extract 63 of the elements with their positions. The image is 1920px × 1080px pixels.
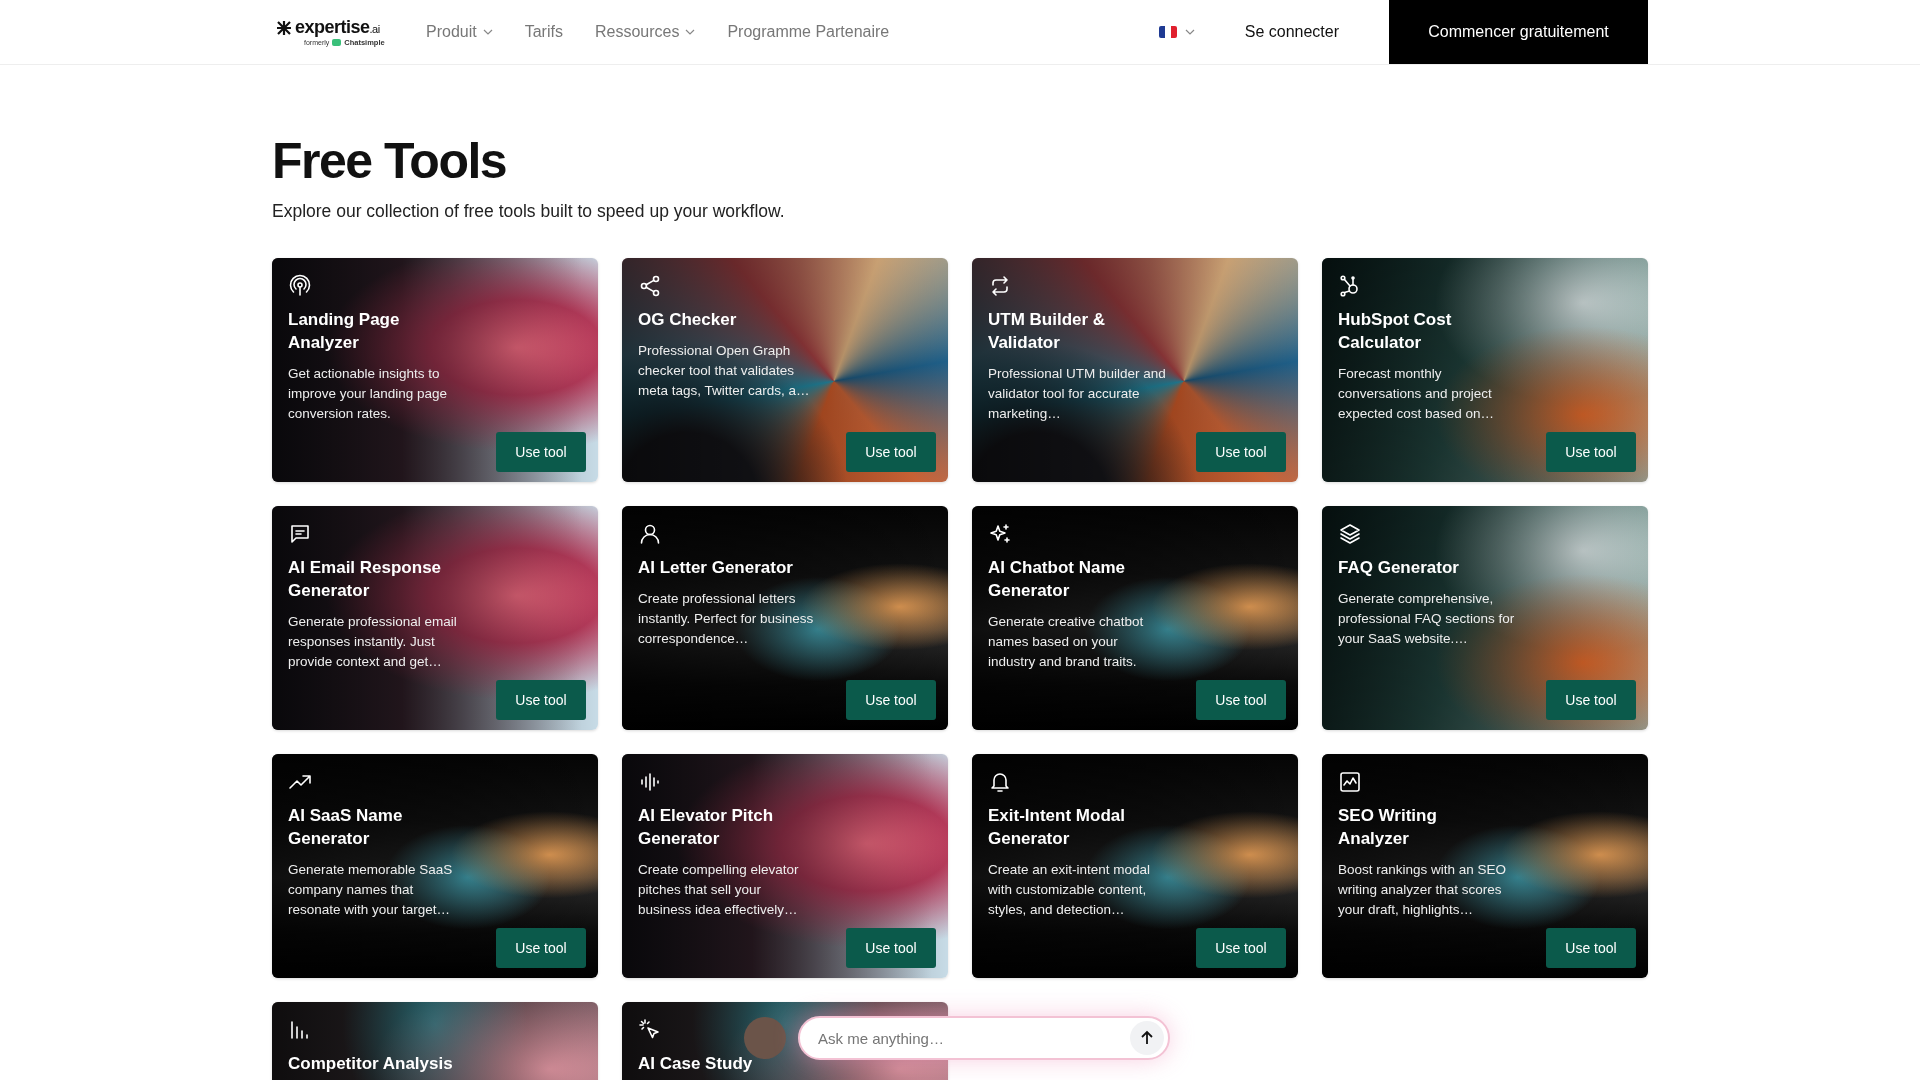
tool-description: Generate professional email responses instantly. Just provide context and get… xyxy=(288,613,458,671)
tool-description: Get actionable insights to improve your landing page conversion rates. xyxy=(288,365,449,423)
tool-description: Generate creative chatbot names based on your industry and brand traits. xyxy=(988,613,1145,671)
tool-title: AI Elevator Pitch Generator xyxy=(638,805,775,850)
arrow-up-icon xyxy=(1139,1030,1155,1046)
nav-link[interactable]: Ressources xyxy=(594,23,696,41)
layers-icon xyxy=(1338,522,1362,546)
tool-title: FAQ Generator xyxy=(1338,557,1460,579)
use-tool-button[interactable]: Use tool xyxy=(846,928,936,968)
use-tool-button[interactable]: Use tool xyxy=(496,680,586,720)
chevron-down-icon xyxy=(1184,27,1195,37)
use-tool-button[interactable]: Use tool xyxy=(1546,928,1636,968)
tool-description: Boost rankings with an SEO writing analyzer that scores your draft, highlights… xyxy=(1338,861,1508,919)
soundwave-icon xyxy=(638,770,662,794)
tool-title: UTM Builder & Validator xyxy=(988,309,1107,354)
use-tool-button[interactable]: Use tool xyxy=(1196,432,1286,472)
tool-description: Professional UTM builder and validator tool for accurate marketing… xyxy=(988,365,1167,423)
logo-text[interactable]: expertise.ai xyxy=(295,17,380,38)
nav-link[interactable]: Tarifs xyxy=(524,23,563,41)
tool-title: AI Chatbot Name Generator xyxy=(988,557,1126,602)
tool-title: Exit-Intent Modal Generator xyxy=(988,805,1126,850)
tool-title: AI Email Response Generator xyxy=(288,557,443,602)
tool-title: AI Letter Generator xyxy=(638,557,794,579)
chat-input-field[interactable]: Ask me anything… xyxy=(798,1016,1170,1060)
broadcast-icon xyxy=(288,274,312,298)
tool-title: SEO Writing Analyzer xyxy=(1338,805,1438,850)
login-link[interactable]: Se connecter xyxy=(1238,22,1345,42)
tool-description: Create an exit-intent modal with customizable content, styles, and detection… xyxy=(988,861,1152,919)
use-tool-button[interactable]: Use tool xyxy=(1546,680,1636,720)
use-tool-button[interactable]: Use tool xyxy=(1196,680,1286,720)
use-tool-button[interactable]: Use tool xyxy=(496,928,586,968)
chart-icon xyxy=(1338,770,1362,794)
tool-title: Landing Page Analyzer xyxy=(288,309,401,354)
sparkles-icon xyxy=(988,522,1012,546)
use-tool-button[interactable]: Use tool xyxy=(1546,432,1636,472)
tool-description: Forecast monthly conversations and project expected cost based on… xyxy=(1338,365,1496,423)
chat-logo-icon xyxy=(332,39,342,46)
nav-link[interactable]: Programme Partenaire xyxy=(727,23,890,41)
chat-icon xyxy=(288,522,312,546)
start-free-button[interactable]: Commencer gratuitement xyxy=(1389,0,1648,64)
tool-description: Create professional letters instantly. Perfect for business correspondence… xyxy=(638,590,815,648)
tool-title: OG Checker xyxy=(638,309,738,331)
bell-icon xyxy=(988,770,1012,794)
flag-icon[interactable] xyxy=(1158,26,1177,38)
tool-title: HubSpot Cost Calculator xyxy=(1338,309,1453,354)
tool-description: Create compelling elevator pitches that sell your business idea effectively… xyxy=(638,861,800,919)
page-subtitle: Explore our collection of free tools built to speed up your workflow. xyxy=(272,201,786,222)
tool-description: Professional Open Graph checker tool that validates meta tags, Twitter cards, a… xyxy=(638,342,811,400)
tool-description: Generate comprehensive, professional FAQ sections for your SaaS website.… xyxy=(1338,590,1516,648)
tool-title: AI Case Study xyxy=(638,1053,754,1075)
logo-icon xyxy=(276,19,292,36)
use-tool-button[interactable]: Use tool xyxy=(1196,928,1286,968)
tool-title: Competitor Analysis xyxy=(288,1053,454,1075)
page-title: Free Tools xyxy=(272,132,508,191)
use-tool-button[interactable]: Use tool xyxy=(846,680,936,720)
tool-title: AI SaaS Name Generator xyxy=(288,805,404,850)
user-icon xyxy=(638,522,662,546)
use-tool-button[interactable]: Use tool xyxy=(496,432,586,472)
avatar xyxy=(744,1017,786,1059)
tool-description: Generate memorable SaaS company names that resonate with your target… xyxy=(288,861,454,919)
nav-link[interactable]: Produit xyxy=(426,23,493,41)
use-tool-button[interactable]: Use tool xyxy=(846,432,936,472)
share-icon xyxy=(638,274,662,298)
